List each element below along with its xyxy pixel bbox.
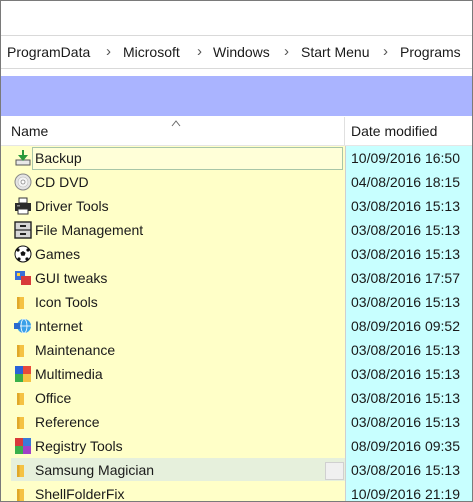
- list-item[interactable]: GUI tweaks 03/08/2016 17:57: [1, 266, 472, 290]
- chevron-right-icon[interactable]: ›: [197, 36, 202, 68]
- blue-band: [1, 76, 472, 116]
- internet-icon: [14, 318, 31, 334]
- list-item[interactable]: Maintenance 03/08/2016 15:13: [1, 338, 472, 362]
- chevron-right-icon[interactable]: ›: [284, 36, 289, 68]
- list-item[interactable]: Multimedia 03/08/2016 15:13: [1, 362, 472, 386]
- item-date: 08/09/2016 09:35: [351, 438, 460, 454]
- filing-cabinet-icon: [14, 221, 32, 239]
- breadcrumb-start-menu[interactable]: Start Menu: [301, 36, 369, 68]
- column-header: Name Date modified: [1, 117, 472, 146]
- item-name: ShellFolderFix: [35, 486, 125, 502]
- item-name: Icon Tools: [35, 294, 98, 310]
- list-item[interactable]: Icon Tools 03/08/2016 15:13: [1, 290, 472, 314]
- item-date: 10/09/2016 21:19: [351, 486, 460, 502]
- folder-icon: [17, 345, 24, 357]
- disc-icon: [14, 173, 32, 191]
- item-name: Office: [35, 390, 72, 406]
- breadcrumb-microsoft[interactable]: Microsoft: [123, 36, 180, 68]
- folder-icon: [17, 393, 24, 405]
- item-date: 03/08/2016 15:13: [351, 366, 460, 382]
- list-item[interactable]: Samsung Magician 03/08/2016 15:13: [1, 458, 472, 482]
- soccer-ball-icon: [14, 245, 32, 263]
- item-date: 03/08/2016 15:13: [351, 294, 460, 310]
- item-date: 03/08/2016 15:13: [351, 390, 460, 406]
- list-item[interactable]: CD DVD 04/08/2016 18:15: [1, 170, 472, 194]
- multimedia-icon: [15, 366, 31, 382]
- item-name: Reference: [35, 414, 100, 430]
- folder-icon: [17, 489, 24, 501]
- list-item[interactable]: Driver Tools 03/08/2016 15:13: [1, 194, 472, 218]
- item-date: 03/08/2016 15:13: [351, 198, 460, 214]
- registry-cube-icon: [15, 438, 31, 454]
- item-date: 03/08/2016 15:13: [351, 222, 460, 238]
- item-name: Maintenance: [35, 342, 116, 358]
- item-name: Games: [35, 246, 81, 262]
- item-name: Internet: [35, 318, 83, 334]
- printer-icon: [15, 197, 31, 215]
- item-date: 08/09/2016 09:52: [351, 318, 460, 334]
- item-checkbox[interactable]: [325, 462, 344, 480]
- list-item[interactable]: Office 03/08/2016 15:13: [1, 386, 472, 410]
- list-item[interactable]: Reference 03/08/2016 15:13: [1, 410, 472, 434]
- item-date: 03/08/2016 15:13: [351, 342, 460, 358]
- list-item[interactable]: Internet 08/09/2016 09:52: [1, 314, 472, 338]
- item-name: Backup: [35, 150, 82, 166]
- item-name: Registry Tools: [35, 438, 123, 454]
- breadcrumb-programdata[interactable]: ProgramData: [7, 36, 90, 68]
- list-item[interactable]: Backup 10/09/2016 16:50: [1, 146, 472, 170]
- column-divider[interactable]: [344, 117, 345, 145]
- breadcrumb: ProgramData › Microsoft › Windows › Star…: [1, 35, 472, 69]
- folder-icon: [17, 465, 24, 477]
- item-date: 04/08/2016 18:15: [351, 174, 460, 190]
- list-item[interactable]: Registry Tools 08/09/2016 09:35: [1, 434, 472, 458]
- chevron-right-icon[interactable]: ›: [106, 36, 111, 68]
- breadcrumb-programs[interactable]: Programs: [400, 36, 461, 68]
- column-header-date-modified[interactable]: Date modified: [351, 117, 437, 145]
- list-item[interactable]: Games 03/08/2016 15:13: [1, 242, 472, 266]
- item-date: 03/08/2016 15:13: [351, 246, 460, 262]
- item-name: CD DVD: [35, 174, 89, 190]
- breadcrumb-windows[interactable]: Windows: [213, 36, 270, 68]
- gui-tweaks-icon: [15, 271, 31, 285]
- folder-icon: [17, 297, 24, 309]
- item-date: 03/08/2016 17:57: [351, 270, 460, 286]
- explorer-window: ProgramData › Microsoft › Windows › Star…: [0, 0, 473, 502]
- item-date: 03/08/2016 15:13: [351, 462, 460, 478]
- item-date: 10/09/2016 16:50: [351, 150, 460, 166]
- item-name: File Management: [35, 222, 144, 238]
- column-header-name[interactable]: Name: [11, 117, 48, 145]
- chevron-right-icon[interactable]: ›: [383, 36, 388, 68]
- backup-icon: [15, 150, 31, 166]
- item-name: Samsung Magician: [35, 462, 155, 478]
- item-name: Driver Tools: [35, 198, 109, 214]
- folder-icon: [17, 417, 24, 429]
- list-item[interactable]: File Management 03/08/2016 15:13: [1, 218, 472, 242]
- item-date: 03/08/2016 15:13: [351, 414, 460, 430]
- sort-ascending-icon: [171, 120, 181, 127]
- title-area: [1, 1, 472, 35]
- list-item[interactable]: ShellFolderFix 10/09/2016 21:19: [1, 482, 472, 502]
- item-name: GUI tweaks: [35, 270, 108, 286]
- item-name: Multimedia: [35, 366, 103, 382]
